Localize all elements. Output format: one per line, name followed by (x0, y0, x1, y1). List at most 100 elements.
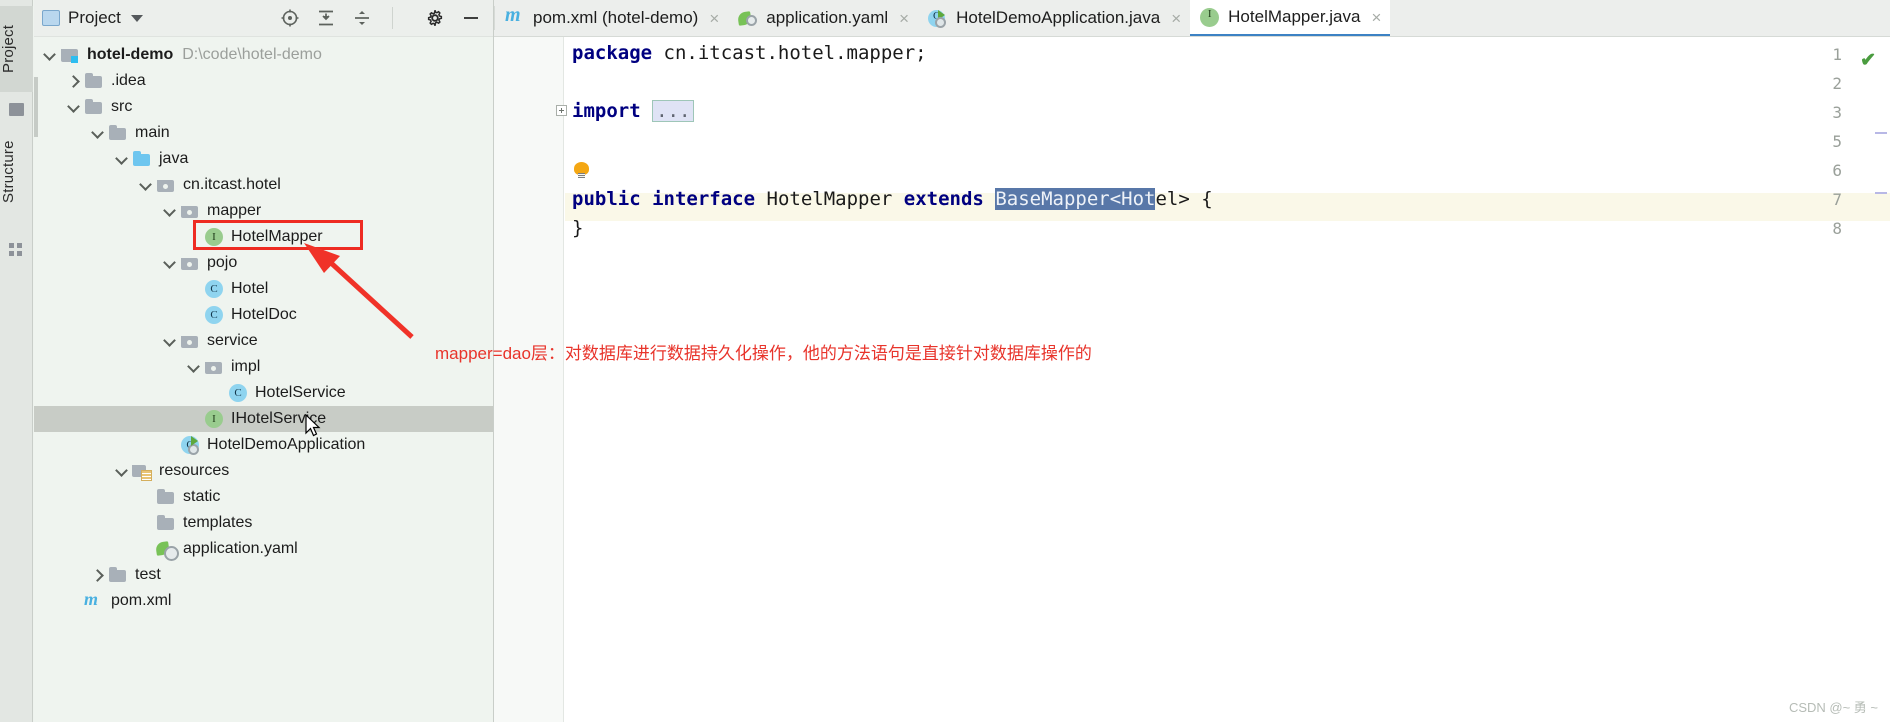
module-folder-icon (60, 46, 80, 64)
line-number: 2 (1832, 74, 1842, 93)
spring-class-icon: C (928, 9, 949, 28)
tree-row-label: HotelService (255, 384, 346, 401)
tree-row-hotelmapper[interactable]: HotelMapper (34, 224, 493, 250)
tree-row-label: test (135, 566, 161, 583)
tree-row-java[interactable]: java (34, 146, 493, 172)
annotation-note: mapper=dao层：对数据库进行数据持久化操作，他的方法语句是直接针对数据库… (435, 344, 1092, 363)
editor-tab-bar[interactable]: m pom.xml (hotel-demo) × application.yaml × C… (494, 0, 1890, 37)
settings-gear-icon[interactable] (425, 8, 445, 28)
tree-row-main[interactable]: main (34, 120, 493, 146)
tree-row-service[interactable]: service (34, 328, 493, 354)
tree-row-mapper[interactable]: mapper (34, 198, 493, 224)
close-icon[interactable]: × (1371, 9, 1381, 26)
tree-row-src[interactable]: src (34, 94, 493, 120)
select-opened-file-icon[interactable] (280, 8, 300, 28)
tree-row-idea[interactable]: .idea (34, 68, 493, 94)
line-number: 3 (1832, 103, 1842, 122)
tool-window-tab-structure[interactable]: Structure (0, 118, 33, 226)
chevron-down-icon[interactable] (162, 333, 178, 349)
chevron-down-icon[interactable] (130, 14, 143, 22)
chevron-down-icon[interactable] (114, 151, 130, 167)
expand-all-icon[interactable] (316, 8, 336, 28)
java-interface-icon (204, 410, 224, 428)
editor-gutter[interactable] (494, 37, 564, 722)
tree-row-hotel[interactable]: Hotel (34, 276, 493, 302)
keyword-package: package (572, 42, 653, 64)
project-view-icon (42, 10, 60, 26)
chevron-down-icon[interactable] (66, 99, 82, 115)
chevron-down-icon[interactable] (114, 463, 130, 479)
chevron-down-icon[interactable] (162, 203, 178, 219)
keyword-interface: interface (652, 188, 756, 210)
tree-row-label: resources (159, 462, 230, 479)
chevron-down-icon[interactable] (42, 47, 58, 63)
chevron-down-icon[interactable] (186, 359, 202, 375)
editor-tab-hoteldemoapplication-java[interactable]: C HotelDemoApplication.java × (918, 0, 1190, 36)
tree-row-label: impl (231, 358, 261, 375)
maven-icon: m (505, 3, 521, 26)
tree-row-hotelservice[interactable]: HotelService (34, 380, 493, 406)
tree-row-test[interactable]: test (34, 562, 493, 588)
lightbulb-icon[interactable] (574, 162, 589, 178)
chevron-down-icon[interactable] (138, 177, 154, 193)
close-icon[interactable]: × (899, 10, 909, 27)
java-interface-icon (204, 228, 224, 246)
close-icon[interactable]: × (1171, 10, 1181, 27)
chevron-right-icon[interactable] (66, 73, 82, 89)
code-editor[interactable]: 1 2 3 5 6 7 8 package cn.itcast.hotel.ma… (494, 37, 1890, 722)
tree-row-impl[interactable]: impl (34, 354, 493, 380)
tree-row-label: pom.xml (111, 592, 172, 609)
tree-row-label: main (135, 124, 170, 141)
tree-row-label: IHotelService (231, 410, 327, 427)
chevron-down-icon[interactable] (162, 255, 178, 271)
tree-row-templates[interactable]: templates (34, 510, 493, 536)
chevron-right-icon[interactable] (90, 567, 106, 583)
tree-row-ihotelservice[interactable]: IHotelService (34, 406, 493, 432)
keyword-extends: extends (903, 188, 984, 210)
ide-window: Project Structure Project hotel-demo D:\… (0, 0, 1890, 722)
spring-yaml-icon (156, 540, 179, 561)
editor-tab-pom-xml-hotel-demo[interactable]: m pom.xml (hotel-demo) × (495, 0, 728, 36)
marker-stripe[interactable] (1875, 192, 1887, 194)
tree-row-label: cn.itcast.hotel (183, 176, 281, 193)
resources-folder-icon (132, 462, 152, 481)
tree-row-application-yaml[interactable]: application.yaml (34, 536, 493, 562)
type-name-hotelmapper: HotelMapper (766, 188, 893, 210)
collapse-all-icon[interactable] (352, 8, 372, 28)
project-panel-header: Project (34, 0, 493, 37)
editor-tab-application-yaml[interactable]: application.yaml × (728, 0, 918, 36)
tree-row-hotel-demo[interactable]: hotel-demo D:\code\hotel-demo (34, 42, 493, 68)
folder-icon (108, 124, 128, 142)
hide-tool-window-icon[interactable] (461, 8, 481, 28)
tool-window-tab-project[interactable]: Project (0, 6, 33, 92)
tree-row-pom-xml[interactable]: pom.xml (34, 588, 493, 614)
selected-text-basemapper[interactable]: BaseMapper<Hot (995, 188, 1156, 210)
source-folder-icon (132, 150, 152, 168)
tree-row-cn-itcast-hotel[interactable]: cn.itcast.hotel (34, 172, 493, 198)
project-tree[interactable]: hotel-demo D:\code\hotel-demo .idea src main… (34, 37, 493, 722)
interface-icon: I (1200, 7, 1221, 27)
tree-row-hoteldoc[interactable]: HotelDoc (34, 302, 493, 328)
line-number: 6 (1832, 161, 1842, 180)
folder-icon (156, 488, 176, 506)
tree-row-static[interactable]: static (34, 484, 493, 510)
close-icon[interactable]: × (709, 10, 719, 27)
marker-stripe[interactable] (1875, 132, 1887, 134)
tree-row-resources[interactable]: resources (34, 458, 493, 484)
tree-row-label: HotelDoc (231, 306, 297, 323)
tree-row-hoteldemoapplication[interactable]: HotelDemoApplication (34, 432, 493, 458)
editor-tab-hotelmapper-java[interactable]: I HotelMapper.java × (1190, 0, 1391, 36)
package-icon (156, 176, 176, 194)
package-icon (180, 254, 200, 272)
tree-row-pojo[interactable]: pojo (34, 250, 493, 276)
package-icon (180, 202, 200, 220)
folded-imports[interactable]: ... (652, 100, 695, 122)
toolbar-divider (392, 7, 393, 29)
fold-expand-icon[interactable] (556, 105, 567, 116)
chevron-down-icon[interactable] (90, 125, 106, 141)
inspection-ok-icon[interactable]: ✔ (1860, 49, 1876, 72)
package-name: cn.itcast.hotel.mapper; (652, 42, 927, 64)
spring-boot-class-icon (180, 436, 200, 455)
